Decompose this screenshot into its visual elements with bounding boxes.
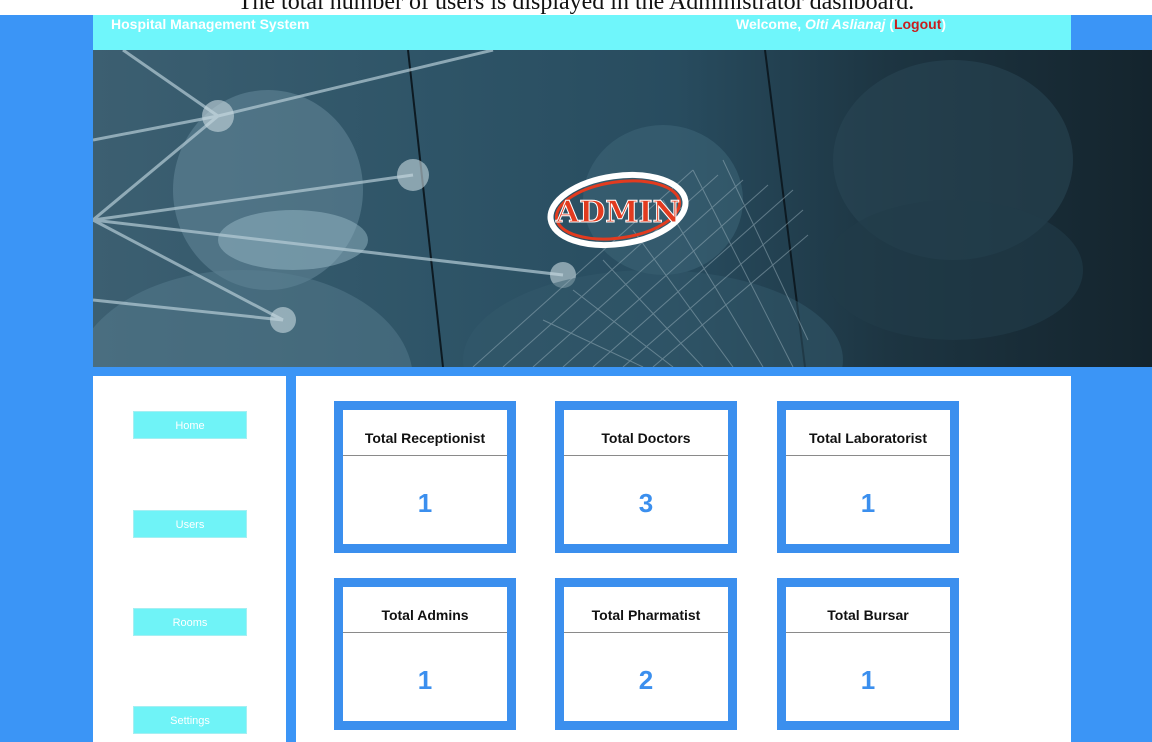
surgeon-body-left	[93, 270, 412, 367]
sidebar-item-home[interactable]: Home	[133, 411, 247, 439]
dashboard-panel: Total Receptionist 1 Total Doctors 3 Tot…	[296, 376, 1071, 742]
stat-card-title: Total Receptionist	[343, 410, 507, 456]
paren-open: (	[885, 16, 894, 32]
paren-close: )	[941, 16, 947, 32]
sidebar: Home Users Rooms Settings	[93, 376, 286, 742]
sidebar-item-settings[interactable]: Settings	[133, 706, 247, 734]
welcome-message: Welcome, Olti Aslianaj (Logout)	[736, 16, 946, 32]
stat-card-title: Total Laboratorist	[786, 410, 950, 456]
stat-card-receptionist: Total Receptionist 1	[334, 401, 516, 553]
stat-card-count: 1	[417, 665, 433, 695]
user-name: Olti Aslianaj	[805, 16, 886, 32]
stat-card-count: 1	[860, 488, 876, 518]
stat-card-doctors: Total Doctors 3	[555, 401, 737, 553]
stat-card-count: 1	[860, 665, 876, 695]
app-title: Hospital Management System	[111, 16, 310, 32]
stat-card-count: 3	[638, 488, 654, 518]
top-bar: Hospital Management System Welcome, Olti…	[93, 10, 1071, 50]
logout-link[interactable]: Logout	[894, 16, 941, 32]
stat-card-title: Total Bursar	[786, 587, 950, 633]
stat-card-title: Total Doctors	[564, 410, 728, 456]
surgical-mask-left	[218, 210, 368, 270]
stat-card-laboratorist: Total Laboratorist 1	[777, 401, 959, 553]
stat-card-title: Total Pharmatist	[564, 587, 728, 633]
document-caption: The total number of users is displayed i…	[0, 0, 1152, 15]
stat-card-pharmatist: Total Pharmatist 2	[555, 578, 737, 730]
stat-card-count: 2	[638, 665, 654, 695]
sidebar-item-users[interactable]: Users	[133, 510, 247, 538]
stat-card-count: 1	[417, 488, 433, 518]
stat-card-bursar: Total Bursar 1	[777, 578, 959, 730]
welcome-prefix: Welcome,	[736, 16, 805, 32]
stat-card-admins: Total Admins 1	[334, 578, 516, 730]
surgical-mask-right	[823, 200, 1083, 340]
panel-divider-left	[407, 50, 444, 367]
sidebar-item-rooms[interactable]: Rooms	[133, 608, 247, 636]
stat-card-title: Total Admins	[343, 587, 507, 633]
hero-banner: ADMIN	[93, 50, 1152, 367]
banner-illustration: ADMIN	[93, 50, 1083, 367]
admin-logo-text: ADMIN	[555, 195, 680, 230]
